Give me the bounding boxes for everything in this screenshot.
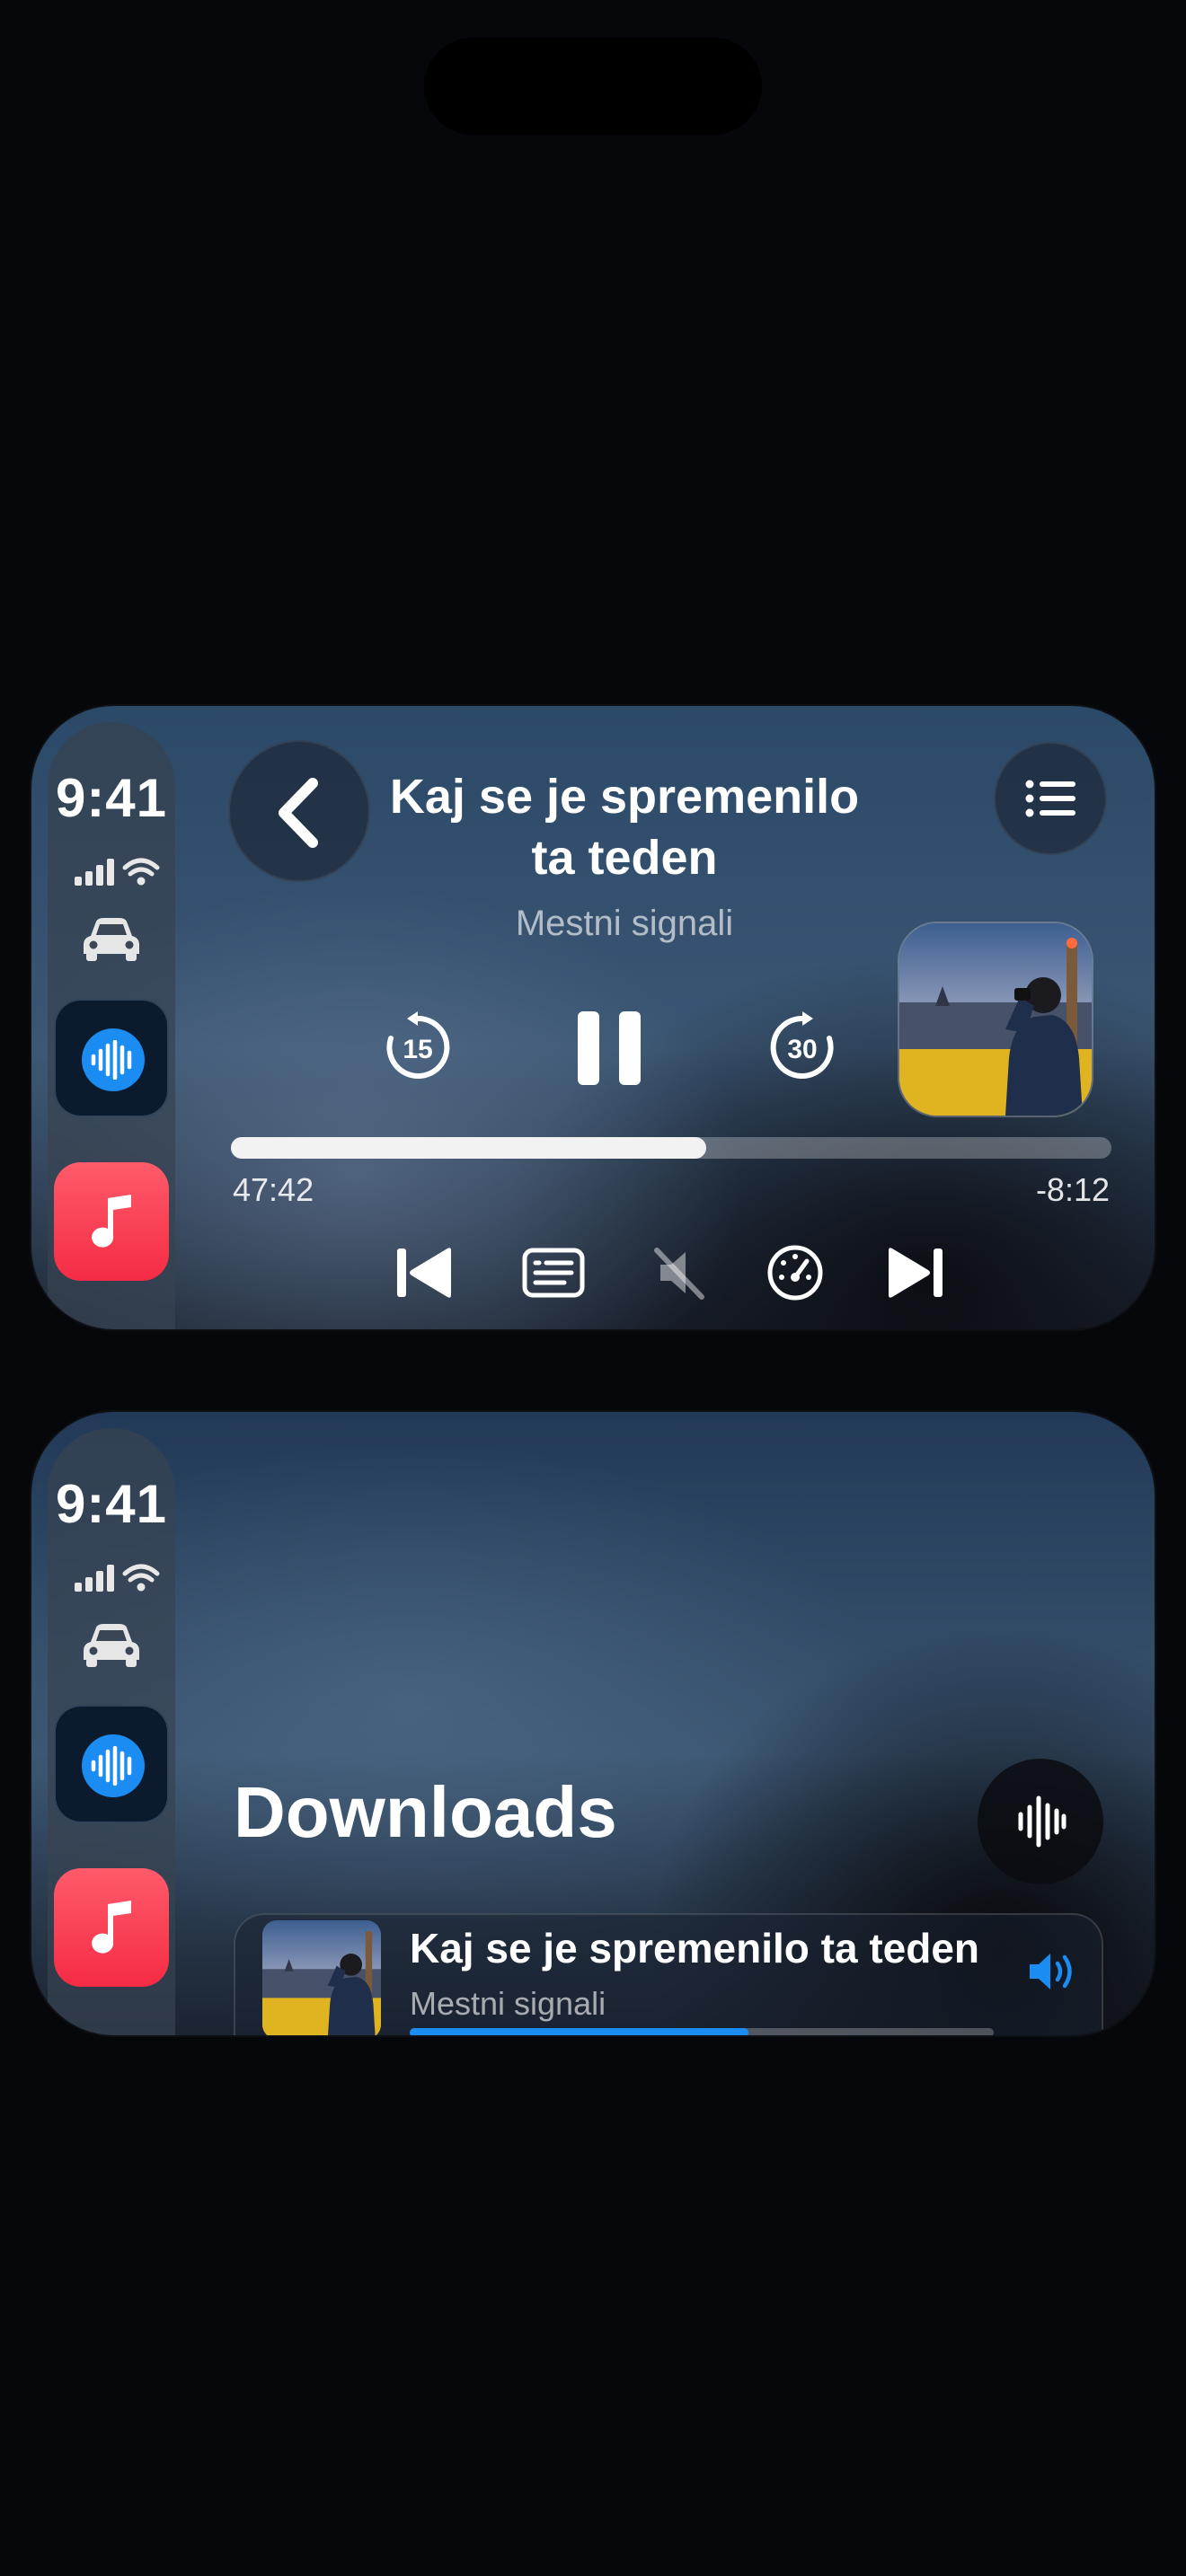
status-time: 9:41: [55, 768, 168, 828]
podcasts-app-icon[interactable]: [54, 1705, 169, 1823]
elapsed-time: 47:42: [233, 1171, 314, 1208]
status-icons: [75, 1564, 160, 1592]
svg-text:30: 30: [787, 1035, 817, 1064]
transcript-button[interactable]: [521, 1245, 586, 1301]
playback-progress: [231, 1137, 707, 1159]
playback-speed-button[interactable]: [764, 1241, 827, 1304]
podcasts-app-icon[interactable]: [54, 999, 169, 1117]
music-app-icon[interactable]: [54, 1868, 169, 1987]
transcript-icon: [522, 1248, 585, 1298]
music-app-icon[interactable]: [54, 1162, 169, 1281]
show-name: Mestni signali: [515, 904, 734, 943]
skip-back-15-button[interactable]: 15: [382, 1011, 454, 1083]
speaker-wave-icon: [1030, 1954, 1072, 1989]
waveform-icon: [1018, 1795, 1067, 1848]
gauge-icon: [767, 1245, 823, 1301]
wifi-icon: [122, 1564, 160, 1583]
download-show-name: Mestni signali: [410, 1985, 606, 2022]
dynamic-island: [424, 38, 762, 135]
backward-end-icon: [397, 1248, 451, 1298]
episode-title-line2: ta teden: [531, 831, 718, 885]
mute-button[interactable]: [648, 1241, 711, 1304]
wifi-icon: [122, 858, 160, 877]
download-list-item[interactable]: Kaj se je spremenilo ta teden Mestni sig…: [234, 1913, 1103, 2035]
status-icons: [75, 858, 160, 886]
car-icon[interactable]: [78, 1617, 145, 1671]
car-icon[interactable]: [78, 911, 145, 965]
page-title: Downloads: [234, 1772, 617, 1852]
now-playing-screen: 9:41 Kaj se je spremenilo ta teden Mestn…: [31, 706, 1155, 1329]
list-icon: [1025, 780, 1075, 817]
playback-scrubber[interactable]: [231, 1137, 1111, 1159]
signal-icon: [75, 1565, 114, 1592]
download-progress: [410, 2028, 748, 2035]
music-note-icon: [92, 1195, 131, 1248]
skip-back-icon: 15: [386, 1011, 450, 1079]
skip-forward-30-button[interactable]: 30: [766, 1011, 838, 1083]
pause-button[interactable]: [574, 1010, 644, 1087]
download-progress-track: [410, 2028, 994, 2035]
carplay-sidebar: 9:41: [48, 1428, 175, 2035]
episode-thumbnail: [262, 1920, 381, 2035]
now-playing-button[interactable]: [978, 1759, 1103, 1884]
next-track-button[interactable]: [885, 1245, 944, 1301]
waveform-icon: [91, 1040, 132, 1080]
music-note-icon: [92, 1901, 131, 1954]
skip-forward-icon: 30: [770, 1011, 834, 1079]
svg-text:15: 15: [403, 1035, 432, 1064]
queue-button[interactable]: [994, 742, 1107, 855]
episode-title-line1: Kaj se je spremenilo: [389, 770, 860, 824]
carplay-sidebar: 9:41: [48, 722, 175, 1329]
download-title: Kaj se je spremenilo ta teden: [410, 1925, 980, 1972]
downloads-screen: 9:41 Downloads Kaj se je spremenilo ta t…: [31, 1412, 1155, 2035]
speaker-slash-icon: [654, 1248, 704, 1300]
status-time: 9:41: [55, 1474, 168, 1534]
waveform-icon: [91, 1746, 132, 1786]
signal-icon: [75, 859, 114, 886]
remaining-time: -8:12: [1035, 1171, 1110, 1208]
forward-end-icon: [889, 1248, 943, 1298]
back-button[interactable]: [228, 740, 370, 882]
chevron-left-icon: [279, 778, 318, 848]
previous-track-button[interactable]: [395, 1245, 455, 1301]
pause-icon: [578, 1011, 641, 1085]
episode-artwork: [898, 922, 1093, 1117]
